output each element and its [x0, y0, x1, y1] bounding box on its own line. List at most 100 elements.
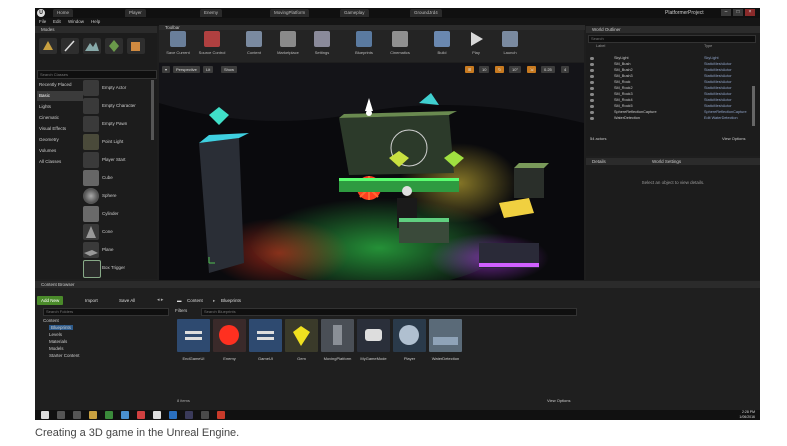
table-row[interactable]: SphereReflectionCapture SphereReflectionC…	[586, 110, 756, 115]
table-row[interactable]: SM_Bush3 StaticMeshActor	[586, 74, 756, 79]
eye-icon[interactable]	[590, 105, 594, 108]
play-button[interactable]: Play	[461, 31, 491, 60]
app-icon[interactable]	[217, 411, 225, 419]
asset-tile[interactable]: EndGameUI	[177, 319, 210, 361]
blueprints-button[interactable]: Blueprints	[349, 31, 379, 60]
tab-3[interactable]: MovingPlatform	[270, 9, 310, 17]
translate-snap-icon[interactable]: ⊞	[465, 66, 475, 73]
place-item[interactable]: Player Start	[83, 152, 153, 168]
menu-file[interactable]: File	[39, 18, 46, 26]
app-icon[interactable]	[169, 411, 177, 419]
cinematics-button[interactable]: Cinematics	[385, 31, 415, 60]
asset-tile[interactable]: WaterDetection	[429, 319, 462, 361]
class-search-input[interactable]: Search Classes	[37, 70, 157, 79]
eye-icon[interactable]	[590, 81, 594, 84]
table-row[interactable]: WaterDetection Edit WaterDetection	[586, 116, 756, 121]
import-button[interactable]: Import	[81, 296, 102, 305]
content-button[interactable]: Content	[239, 31, 269, 60]
table-row[interactable]: SM_Rock4 StaticMeshActor	[586, 98, 756, 103]
snap-value[interactable]: 10	[479, 66, 490, 73]
place-item[interactable]: Cube	[83, 170, 153, 186]
geometry-mode-icon[interactable]	[127, 38, 145, 54]
back-forward-icon[interactable]: ◂ ▸	[157, 296, 163, 305]
tab-4[interactable]: Gameplay	[340, 9, 369, 17]
category-visual-effects[interactable]: Visual Effects	[37, 124, 83, 134]
level-viewport[interactable]: ▾ Perspective Lit Show ⊞ 10 ↻ 10° ⇲ 0.25…	[159, 63, 584, 280]
place-item[interactable]: Cylinder	[83, 206, 153, 222]
eye-icon[interactable]	[590, 117, 594, 120]
asset-search-input[interactable]: Search Blueprints	[201, 308, 577, 316]
category-basic[interactable]: Basic	[37, 91, 83, 101]
place-mode-icon[interactable]	[39, 38, 57, 54]
rotate-snap-icon[interactable]: ↻	[495, 66, 505, 73]
modes-scrollbar[interactable]	[151, 80, 154, 140]
filters-button[interactable]: Filters	[175, 308, 187, 314]
tab-details[interactable]: Details	[592, 158, 606, 165]
tree-item-levels[interactable]: Levels	[49, 332, 62, 337]
asset-tile[interactable]: MovingPlatform	[321, 319, 354, 361]
folder-search-input[interactable]: Search Folders	[43, 308, 169, 316]
place-item[interactable]: Empty Pawn	[83, 116, 153, 132]
show-button[interactable]: Show	[221, 66, 238, 73]
tree-item-starter-content[interactable]: Starter Content	[49, 353, 80, 358]
place-item[interactable]: Point Light	[83, 134, 153, 150]
menu-window[interactable]: Window	[68, 18, 84, 26]
menu-help[interactable]: Help	[91, 18, 100, 26]
app-icon[interactable]	[153, 411, 161, 419]
tree-item-content[interactable]: Content	[43, 318, 59, 323]
breadcrumb-content[interactable]: Content	[187, 296, 203, 305]
explorer-icon[interactable]	[89, 411, 97, 419]
place-item[interactable]: Empty Character	[83, 98, 153, 114]
settings-button[interactable]: Settings	[307, 31, 337, 60]
unreal-taskbar-icon[interactable]	[201, 411, 209, 419]
scale-snap-icon[interactable]: ⇲	[527, 66, 537, 73]
place-item[interactable]: Cone	[83, 224, 153, 240]
paint-mode-icon[interactable]	[61, 38, 79, 54]
table-row[interactable]: SM_Bush2 StaticMeshActor	[586, 68, 756, 73]
tab-2[interactable]: Enemy	[200, 9, 223, 17]
table-row[interactable]: SM_Rock StaticMeshActor	[586, 80, 756, 85]
foliage-mode-icon[interactable]	[105, 38, 123, 54]
eye-icon[interactable]	[590, 99, 594, 102]
build-button[interactable]: Build	[427, 31, 457, 60]
tree-item-blueprints[interactable]: Blueprints	[49, 325, 74, 330]
scale-value[interactable]: 0.25	[541, 66, 555, 73]
category-lights[interactable]: Lights	[37, 102, 83, 112]
place-item[interactable]: Plane	[83, 242, 153, 258]
table-row[interactable]: SM_Bush StaticMeshActor	[586, 62, 756, 67]
camera-speed[interactable]: 4	[561, 66, 570, 73]
viewport-options-icon[interactable]: ▾	[162, 66, 171, 73]
asset-tile[interactable]: MyGameMode	[357, 319, 390, 361]
app-icon[interactable]	[121, 411, 129, 419]
place-item[interactable]: Empty Actor	[83, 80, 153, 96]
eye-icon[interactable]	[590, 75, 594, 78]
asset-tile[interactable]: GameUI	[249, 319, 282, 361]
eye-icon[interactable]	[590, 93, 594, 96]
eye-icon[interactable]	[590, 63, 594, 66]
tree-item-models[interactable]: Models	[49, 346, 64, 351]
table-row[interactable]: SM_Rock3 StaticMeshActor	[586, 92, 756, 97]
perspective-button[interactable]: Perspective	[173, 66, 200, 73]
menu-edit[interactable]: Edit	[53, 18, 61, 26]
place-item[interactable]: Sphere	[83, 188, 153, 204]
table-row[interactable]: SkyLight SkyLight	[586, 56, 756, 61]
eye-icon[interactable]	[590, 111, 594, 114]
tab-world-settings[interactable]: World Settings	[652, 158, 681, 165]
type-column[interactable]: Type	[704, 44, 712, 49]
breadcrumb-blueprints[interactable]: Blueprints	[221, 296, 241, 305]
close-icon[interactable]: ×	[745, 9, 755, 16]
asset-tile[interactable]: Gem	[285, 319, 318, 361]
category-all-classes[interactable]: All Classes	[37, 157, 83, 167]
angle-value[interactable]: 10°	[509, 66, 522, 73]
task-view-icon[interactable]	[73, 411, 81, 419]
category-volumes[interactable]: Volumes	[37, 146, 83, 156]
category-cinematic[interactable]: Cinematic	[37, 113, 83, 123]
place-item[interactable]: Box Trigger	[83, 260, 153, 278]
app-icon[interactable]	[185, 411, 193, 419]
tree-item-materials[interactable]: Materials	[49, 339, 67, 344]
search-icon[interactable]	[57, 411, 65, 419]
category-recently-placed[interactable]: Recently Placed	[37, 80, 83, 90]
minimize-icon[interactable]: –	[721, 9, 731, 16]
tab-1[interactable]: Player	[125, 9, 146, 17]
eye-icon[interactable]	[590, 69, 594, 72]
